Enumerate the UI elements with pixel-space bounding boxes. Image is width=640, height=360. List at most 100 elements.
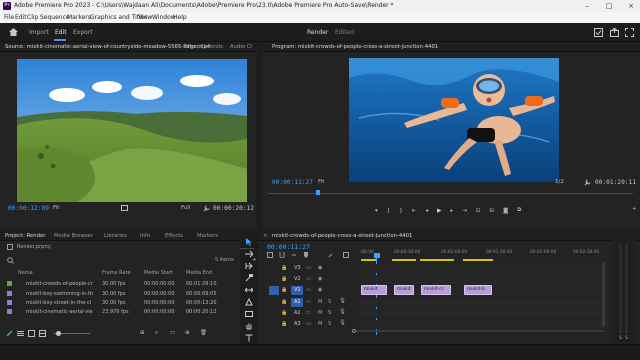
selection-tool-icon[interactable] xyxy=(245,238,253,246)
lock-icon[interactable]: 🔒 xyxy=(281,287,287,293)
tab-source[interactable]: Source: mixkit-cinematic-aerial-view-of-… xyxy=(5,44,210,50)
lift-icon[interactable]: ⊡ xyxy=(476,208,481,214)
track-label[interactable]: V1 xyxy=(294,287,301,293)
program-go-to-in-icon[interactable]: ⇤ xyxy=(412,208,417,214)
rectangle-tool-icon[interactable] xyxy=(245,310,253,318)
icon-view-icon[interactable] xyxy=(28,330,35,337)
program-mark-clip-icon[interactable]: } xyxy=(399,208,403,214)
minimize-icon[interactable]: – xyxy=(580,1,594,11)
program-current-timecode[interactable]: 00:00:11:27 xyxy=(272,179,313,186)
program-export-frame-icon[interactable]: ◙ xyxy=(503,208,508,214)
eye-icon[interactable]: ◉ xyxy=(318,276,322,282)
track-lane[interactable] xyxy=(360,320,608,329)
tab-info[interactable]: Info xyxy=(140,233,150,239)
track-label[interactable]: A1 xyxy=(294,299,301,305)
fullscreen-icon[interactable] xyxy=(625,28,634,37)
track-label[interactable]: A3 xyxy=(294,321,301,327)
new-item-icon[interactable]: ⊕ xyxy=(185,330,190,336)
lock-icon[interactable]: 🔒 xyxy=(281,321,287,327)
program-go-to-out-icon[interactable]: ⇥ xyxy=(462,208,467,214)
sync-lock-icon[interactable]: ▭ xyxy=(306,310,311,316)
source-fit-dropdown[interactable]: Fit xyxy=(53,205,59,211)
solo-icon[interactable]: S xyxy=(328,321,331,327)
vertical-scrollbar[interactable] xyxy=(602,262,605,327)
program-quality-dropdown[interactable]: 1/2 xyxy=(555,179,564,185)
track-lane[interactable] xyxy=(360,298,608,307)
linked-selection-icon[interactable] xyxy=(291,252,297,258)
program-scrub-bar[interactable] xyxy=(268,193,633,194)
solo-icon[interactable]: S xyxy=(328,299,331,305)
source-current-timecode[interactable]: 00:00:12:09 xyxy=(8,205,49,212)
tab-markers[interactable]: Markers xyxy=(197,233,218,239)
close-icon[interactable]: × xyxy=(624,1,638,11)
work-area-bar[interactable] xyxy=(420,259,454,261)
menu-help[interactable]: Help xyxy=(173,14,187,21)
timeline-clip[interactable]: mixkit-b xyxy=(464,285,492,295)
voiceover-mic-icon[interactable]: 🎙 xyxy=(339,298,346,304)
eye-icon[interactable]: ◉ xyxy=(318,287,322,293)
sync-lock-icon[interactable]: ▭ xyxy=(306,287,311,293)
comparison-view-icon[interactable]: ⧉ xyxy=(517,207,521,214)
tab-effect-controls[interactable]: Effect Controls xyxy=(184,44,223,50)
workspaces-icon[interactable] xyxy=(594,28,603,37)
menu-view[interactable]: View xyxy=(138,14,152,21)
track-select-tool-icon[interactable] xyxy=(245,250,253,258)
list-item[interactable]: mixkit-cinematic-aerial-vie 23.976 fps 0… xyxy=(0,307,238,316)
lock-icon[interactable]: 🔒 xyxy=(281,276,287,282)
tab-effects[interactable]: Effects xyxy=(165,233,183,239)
razor-tool-icon[interactable] xyxy=(245,274,253,282)
tab-import[interactable]: Import xyxy=(29,29,49,36)
program-wrench-icon[interactable] xyxy=(584,179,591,186)
menu-file[interactable]: File xyxy=(4,14,14,21)
timeline-clip[interactable]: mixkit xyxy=(394,285,414,295)
tab-sequence[interactable]: mixkit-crowds-of-people-cross-a-street-j… xyxy=(272,233,412,239)
list-view-icon[interactable] xyxy=(17,330,24,337)
track-label[interactable]: A2 xyxy=(294,310,301,316)
tab-media-browser[interactable]: Media Browser xyxy=(54,233,93,239)
tab-edit[interactable]: Edit xyxy=(55,29,67,36)
program-fit-dropdown[interactable]: Fit xyxy=(318,179,324,185)
automate-to-sequence-icon[interactable]: ⊞ xyxy=(140,330,145,336)
voiceover-mic-icon[interactable]: 🎙 xyxy=(339,320,346,326)
captions-icon[interactable] xyxy=(343,252,349,258)
track-lane[interactable] xyxy=(360,309,608,318)
col-frame-rate[interactable]: Frame Rate xyxy=(102,270,131,276)
hand-tool-icon[interactable] xyxy=(245,322,253,330)
pen-tool-icon[interactable] xyxy=(245,298,253,306)
timeline-clip[interactable]: mixkit-cr xyxy=(421,285,451,295)
program-title[interactable]: Program: mixkit-crowds-of-people-cross-a… xyxy=(272,44,438,50)
sync-lock-icon[interactable]: ▭ xyxy=(306,276,311,282)
menu-clip[interactable]: Clip xyxy=(27,14,38,21)
timeline-playhead[interactable] xyxy=(374,253,380,258)
sync-lock-icon[interactable]: ▭ xyxy=(306,299,311,305)
program-playhead[interactable] xyxy=(316,190,320,195)
timeline-clip[interactable]: mixkit xyxy=(361,285,387,295)
menu-markers[interactable]: Markers xyxy=(67,14,91,21)
ripple-edit-tool-icon[interactable] xyxy=(245,262,253,270)
solo-icon[interactable]: S xyxy=(328,310,331,316)
voiceover-mic-icon[interactable]: 🎙 xyxy=(339,309,346,315)
timeline-wrench-icon[interactable] xyxy=(328,252,334,258)
mute-icon[interactable]: M xyxy=(318,321,322,327)
tab-export[interactable]: Export xyxy=(73,29,93,36)
work-area-bar[interactable] xyxy=(463,259,493,261)
meter-solo-left[interactable]: S xyxy=(619,336,622,341)
source-settings-icon[interactable] xyxy=(121,205,128,211)
sync-lock-icon[interactable]: ▭ xyxy=(306,265,311,271)
nest-icon[interactable] xyxy=(267,252,273,258)
track-lane[interactable] xyxy=(360,275,608,284)
program-step-back-icon[interactable]: ◂ xyxy=(425,208,428,214)
menu-edit[interactable]: Edit xyxy=(15,14,27,21)
track-lane[interactable] xyxy=(360,264,608,273)
freeform-view-icon[interactable] xyxy=(39,330,46,337)
extract-icon[interactable]: ⊟ xyxy=(489,208,494,214)
menu-sequence[interactable]: Sequence xyxy=(40,14,70,21)
work-area-bar[interactable] xyxy=(361,259,376,261)
program-mark-in-icon[interactable]: ▾ xyxy=(375,208,378,214)
snap-icon[interactable] xyxy=(279,252,285,258)
mute-icon[interactable]: M xyxy=(318,299,322,305)
maximize-icon[interactable]: □ xyxy=(602,1,616,11)
find-icon[interactable]: ⌕ xyxy=(155,330,158,337)
add-marker-icon[interactable] xyxy=(303,252,309,258)
meter-solo-right[interactable]: S xyxy=(625,336,628,341)
